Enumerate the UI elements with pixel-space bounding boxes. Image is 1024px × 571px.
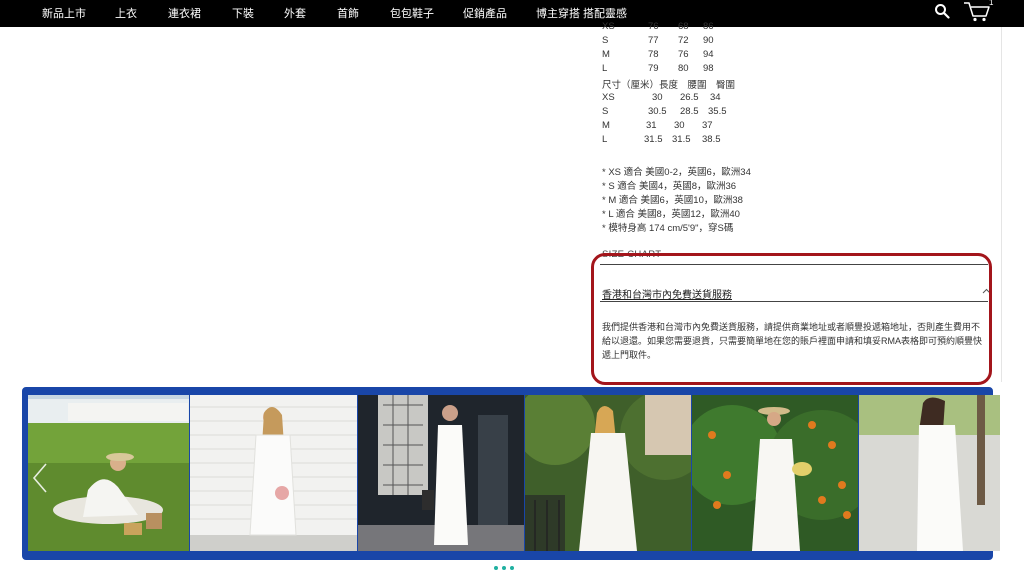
carousel-slide-dark-storefront[interactable]	[358, 395, 524, 551]
slide-photo	[692, 395, 858, 551]
size-chart-header-text: 尺寸（厘米）長度 腰圍 臀圍	[602, 80, 736, 91]
size-value: 78	[648, 49, 659, 60]
size-value: 31.5	[644, 134, 663, 145]
slide-photo	[358, 395, 524, 551]
carousel-dot-active[interactable]	[502, 566, 506, 570]
nav-item-dresses[interactable]: 連衣裙	[168, 5, 201, 21]
highlight-frame-shipping	[591, 253, 992, 385]
size-row: L 79 80 98	[602, 63, 802, 77]
size-value: 34	[710, 92, 721, 103]
size-label: L	[602, 134, 608, 145]
size-row: L 31.5 31.5 38.5	[602, 134, 802, 148]
size-value: 98	[703, 63, 714, 74]
carousel-dot[interactable]	[494, 566, 498, 570]
fit-note: * 模特身高 174 cm/5'9"，穿S碼	[602, 223, 734, 234]
size-value: 38.5	[702, 134, 721, 145]
cart-count-badge: 1	[989, 0, 994, 7]
size-value: 35.5	[708, 106, 727, 117]
size-value: 86	[703, 21, 714, 32]
size-value: 26.5	[680, 92, 699, 103]
size-value: 37	[702, 120, 713, 131]
size-value: 76	[678, 49, 689, 60]
size-value: 79	[648, 63, 659, 74]
nav-item-sale[interactable]: 促銷產品	[463, 5, 507, 21]
fit-note: * M 適合 美國6，英國10，歐洲38	[602, 195, 743, 206]
fit-note: * L 適合 美國8，英國12，歐洲40	[602, 209, 740, 220]
size-label: M	[602, 120, 610, 131]
slide-photo	[859, 395, 1000, 551]
search-icon[interactable]	[934, 3, 950, 19]
size-row: XS 76 68 86	[602, 21, 802, 35]
size-row: M 31 30 37	[602, 120, 802, 134]
size-value: 30	[652, 92, 663, 103]
carousel-slide-orange-tree[interactable]	[692, 395, 858, 551]
carousel-slide-garden-trees[interactable]	[525, 395, 691, 551]
size-value: 31.5	[672, 134, 691, 145]
nav-item-blogger-looks[interactable]: 博主穿搭 搭配靈感	[536, 5, 627, 21]
size-value: 94	[703, 49, 714, 60]
size-label: XS	[602, 21, 615, 32]
size-label: S	[602, 106, 609, 117]
nav-item-outerwear[interactable]: 外套	[284, 5, 306, 21]
size-label: S	[602, 35, 609, 46]
carousel-slide-pavement-tree[interactable]	[859, 395, 1000, 551]
nav-item-new-arrivals[interactable]: 新品上市	[42, 5, 86, 21]
size-value: 68	[678, 21, 689, 32]
size-row: S 77 72 90	[602, 35, 802, 49]
chevron-left-icon[interactable]	[32, 462, 48, 494]
size-label: M	[602, 49, 610, 60]
slide-photo	[190, 395, 357, 551]
fit-note: * XS 適合 美國0-2，英國6，歐洲34	[602, 167, 751, 178]
size-label: XS	[602, 92, 615, 103]
size-value: 72	[678, 35, 689, 46]
slide-photo	[28, 395, 189, 551]
size-value: 80	[678, 63, 689, 74]
fit-note: * S 適合 美國4，英國8，歐洲36	[602, 181, 737, 192]
nav-item-tops[interactable]: 上衣	[115, 5, 137, 21]
size-row: M 78 76 94	[602, 49, 802, 63]
size-chart-header: 尺寸（厘米）長度 腰圍 臀圍	[602, 77, 802, 91]
nav-item-bottoms[interactable]: 下裝	[232, 5, 254, 21]
carousel-dot[interactable]	[510, 566, 514, 570]
size-row: S 30.5 28.5 35.5	[602, 106, 802, 120]
size-value: 30.5	[648, 106, 667, 117]
top-navigation: 新品上市 上衣 連衣裙 下裝 外套 首飾 包包鞋子 促銷產品 博主穿搭 搭配靈感…	[0, 0, 1024, 27]
size-value: 76	[648, 21, 659, 32]
size-value: 30	[674, 120, 685, 131]
size-value: 31	[646, 120, 657, 131]
carousel-track	[28, 395, 1000, 551]
nav-item-bags-shoes[interactable]: 包包鞋子	[390, 5, 434, 21]
nav-item-jewelry[interactable]: 首飾	[337, 5, 359, 21]
size-label: L	[602, 63, 608, 74]
size-value: 77	[648, 35, 659, 46]
carousel-slide-white-brick-wall[interactable]	[190, 395, 357, 551]
size-row: XS 30 26.5 34	[602, 92, 802, 106]
size-value: 28.5	[680, 106, 699, 117]
fit-notes: * XS 適合 美國0-2，英國6，歐洲34 * S 適合 美國4，英國8，歐洲…	[602, 164, 751, 234]
content-divider	[1001, 27, 1002, 382]
slide-photo	[525, 395, 691, 551]
size-value: 90	[703, 35, 714, 46]
carousel-slide-lawn-picnic[interactable]	[28, 395, 189, 551]
cart-icon[interactable]	[962, 0, 992, 22]
